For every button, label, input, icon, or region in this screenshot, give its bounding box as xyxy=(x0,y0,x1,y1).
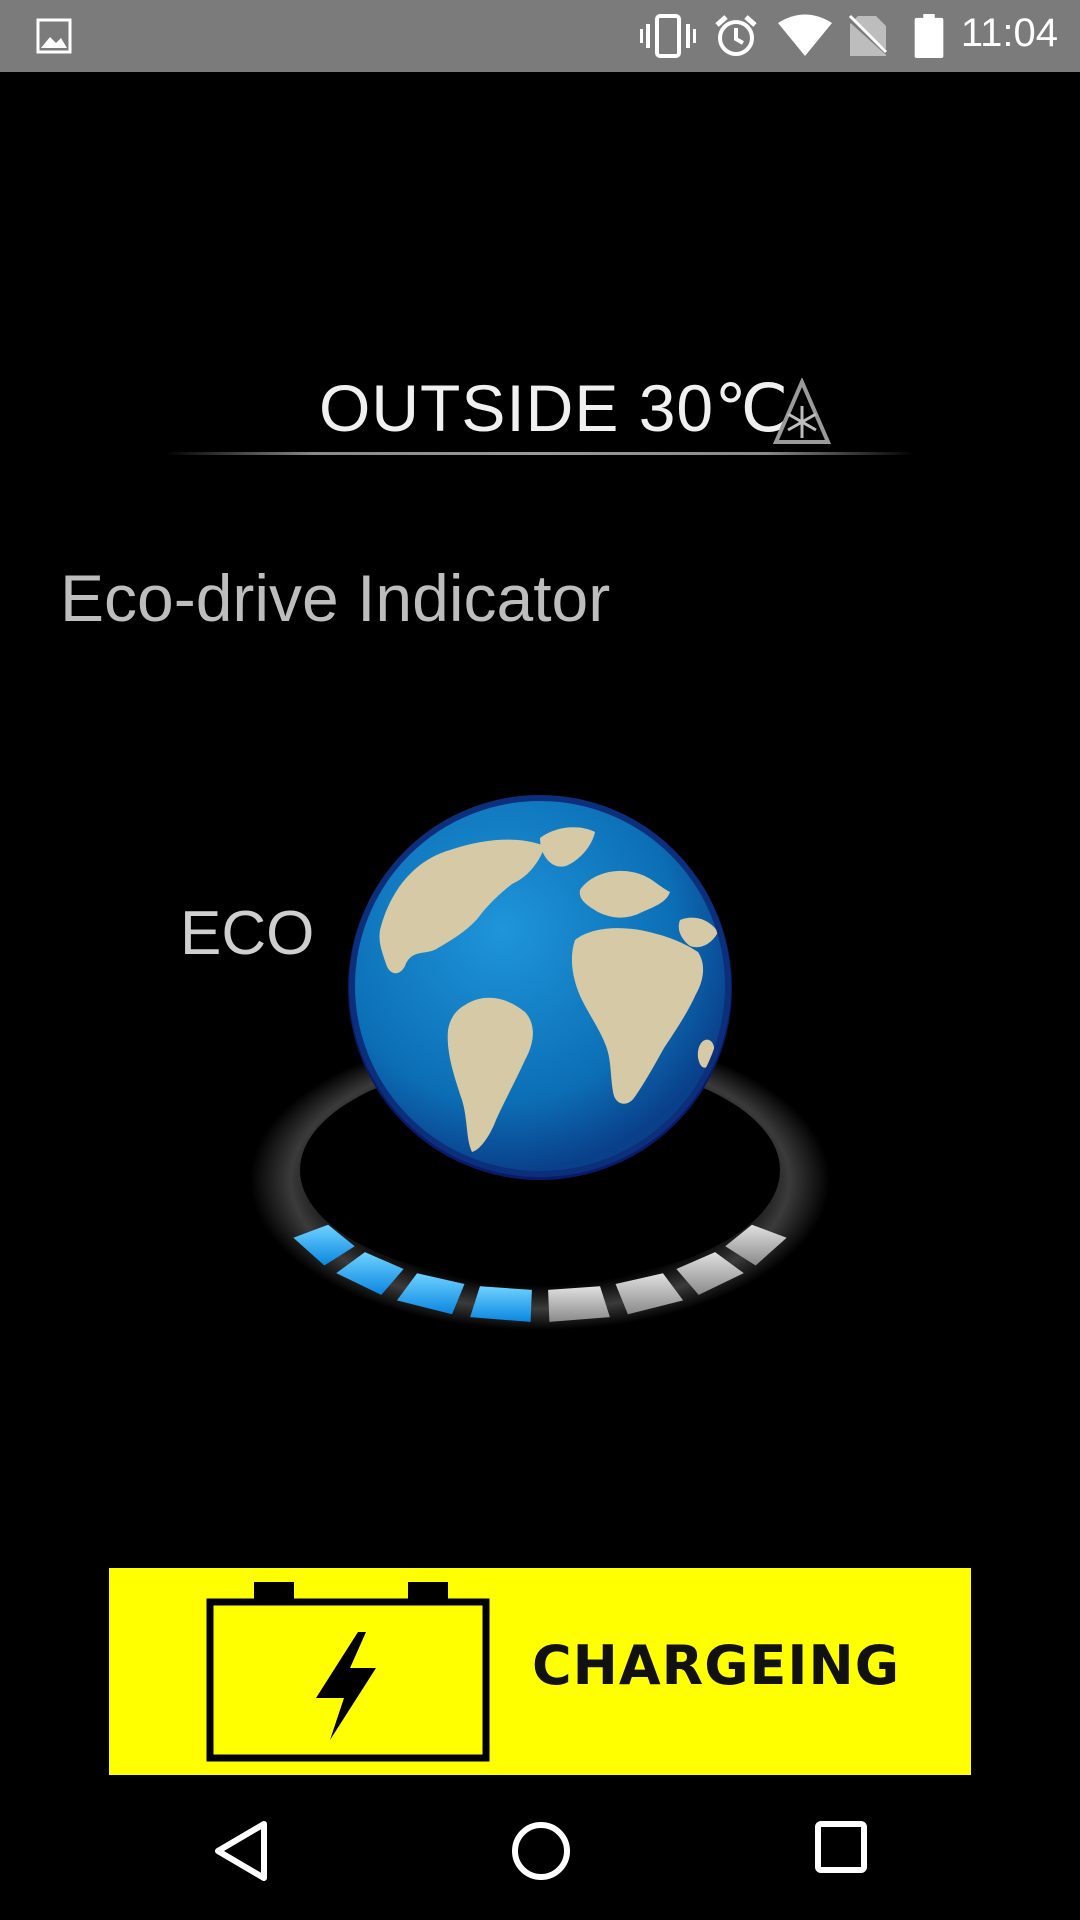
charging-label: CHARGEING xyxy=(532,1634,901,1697)
alarm-icon xyxy=(715,15,757,56)
charging-banner: CHARGEING xyxy=(109,1568,971,1775)
eco-drive-title: Eco-drive Indicator xyxy=(60,561,611,635)
status-bar: 11:04 xyxy=(0,0,1080,72)
battery-icon xyxy=(914,14,944,58)
home-icon[interactable] xyxy=(510,1820,572,1882)
divider-line xyxy=(165,452,915,455)
globe-icon xyxy=(348,795,732,1180)
wifi-icon xyxy=(778,14,832,56)
warning-snowflake-icon xyxy=(772,378,832,444)
outside-temperature: OUTSIDE 30℃ xyxy=(319,371,790,445)
status-time: 11:04 xyxy=(960,11,1058,55)
back-icon[interactable] xyxy=(212,1820,272,1882)
vibrate-icon xyxy=(640,14,696,58)
battery-charging-icon xyxy=(206,1582,490,1762)
gauge-segment-inactive xyxy=(548,1286,610,1322)
recents-icon[interactable] xyxy=(814,1820,868,1874)
navigation-bar xyxy=(0,1780,1080,1920)
no-sim-icon xyxy=(848,14,888,56)
image-icon xyxy=(36,18,72,54)
gauge-segment-active xyxy=(470,1286,532,1322)
eco-gauge xyxy=(250,795,830,1330)
